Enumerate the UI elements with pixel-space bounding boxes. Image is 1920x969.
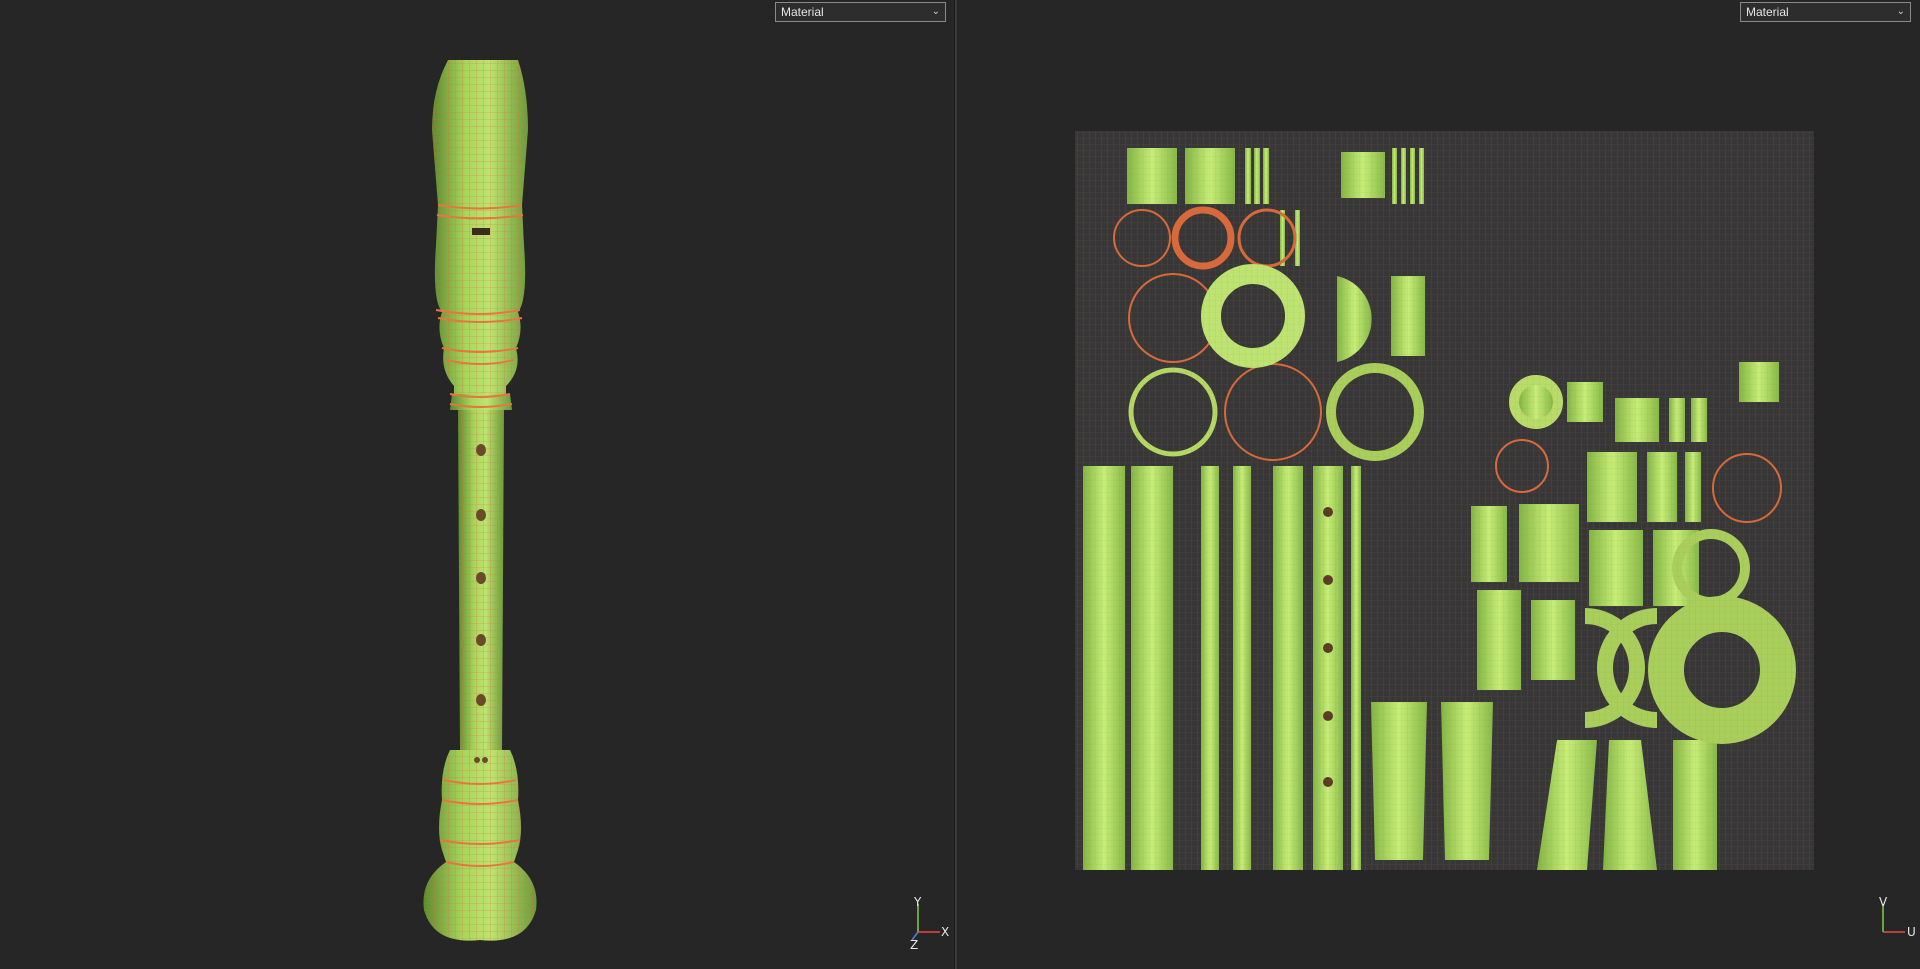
axis-gizmo-uv: V U — [1879, 895, 1916, 939]
uv-layout[interactable]: V U — [957, 0, 1920, 969]
shading-mode-value: Material — [781, 5, 824, 19]
recorder-mesh — [423, 60, 537, 941]
recorder-3d-model[interactable]: Y X Z — [0, 0, 954, 969]
chevron-down-icon: ⌄ — [1896, 6, 1905, 17]
viewport-3d[interactable]: Y X Z Material ⌄ — [0, 0, 954, 969]
axis-u-label: U — [1907, 925, 1916, 939]
chevron-down-icon: ⌄ — [931, 6, 940, 17]
uv-islands — [1075, 131, 1814, 870]
axis-y-label: Y — [913, 895, 922, 909]
axis-z-label: Z — [910, 938, 918, 952]
shading-mode-select-3d[interactable]: Material ⌄ — [775, 2, 946, 22]
shading-mode-select-uv[interactable]: Material ⌄ — [1740, 2, 1911, 22]
labium-window — [472, 228, 490, 235]
axis-gizmo-3d: Y X Z — [910, 895, 949, 952]
axis-x-label: X — [941, 925, 949, 939]
shading-mode-value: Material — [1746, 5, 1789, 19]
viewport-uv[interactable]: V U Material ⌄ — [957, 0, 1920, 969]
axis-v-label: V — [1879, 895, 1888, 909]
